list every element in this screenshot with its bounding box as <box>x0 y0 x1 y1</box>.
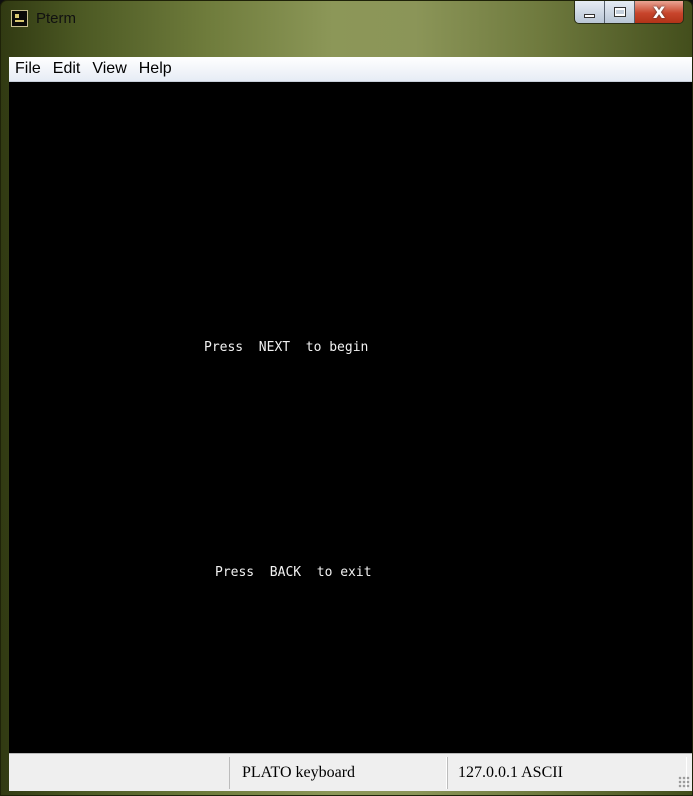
terminal-line-back: Press BACK to exit <box>215 565 372 580</box>
maximize-icon <box>613 7 626 17</box>
minimize-button[interactable] <box>575 1 605 23</box>
terminal-screen[interactable]: Press NEXT to begin Press BACK to exit <box>9 82 692 753</box>
close-button[interactable]: X <box>635 1 683 23</box>
menu-view[interactable]: View <box>91 60 127 78</box>
title-bar[interactable]: Pterm X <box>1 1 692 31</box>
close-icon: X <box>652 2 666 22</box>
menu-help[interactable]: Help <box>138 60 173 78</box>
pterm-window: Pterm X File Edit View Help Press NEXT t… <box>0 0 693 796</box>
minimize-icon <box>584 14 595 18</box>
status-connection: 127.0.0.1 ASCII <box>447 757 687 789</box>
status-bar: PLATO keyboard 127.0.0.1 ASCII <box>9 753 692 791</box>
app-icon[interactable] <box>11 10 28 27</box>
window-controls: X <box>574 1 684 24</box>
terminal-line-next: Press NEXT to begin <box>204 340 369 355</box>
menu-file[interactable]: File <box>14 60 42 78</box>
maximize-button[interactable] <box>605 1 635 23</box>
menu-edit[interactable]: Edit <box>52 60 82 78</box>
menu-bar: File Edit View Help <box>9 57 692 82</box>
resize-grip-icon[interactable] <box>678 776 690 788</box>
status-keyboard: PLATO keyboard <box>229 757 447 789</box>
window-title: Pterm <box>36 10 77 27</box>
